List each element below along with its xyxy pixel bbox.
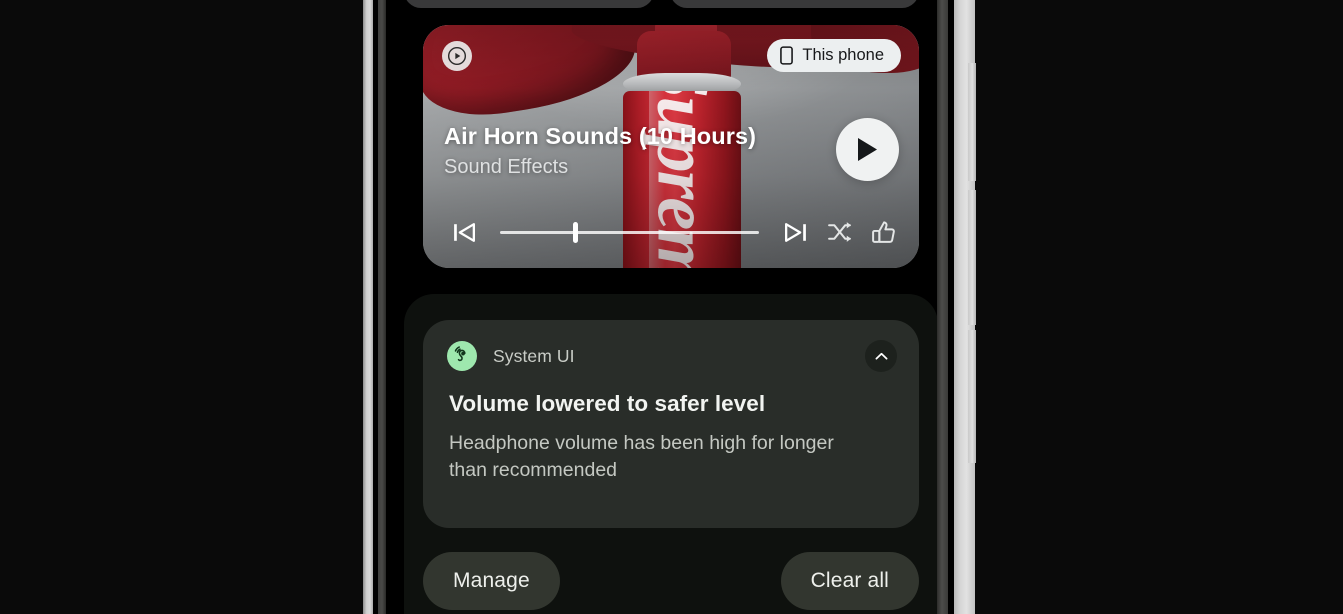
skip-previous-icon[interactable] xyxy=(442,210,486,254)
youtube-music-play-icon xyxy=(442,41,472,71)
screenshot-scene: Supreme xyxy=(0,0,1343,614)
manage-button[interactable]: Manage xyxy=(423,552,560,610)
seek-track xyxy=(500,230,759,234)
quick-settings-tile[interactable] xyxy=(669,0,919,8)
notification-shade: System UI Volume lowered to safer level … xyxy=(404,294,937,614)
volume-down-button[interactable] xyxy=(968,330,976,463)
phone-screen: Supreme xyxy=(386,0,937,614)
notification-body: Headphone volume has been high for longe… xyxy=(449,432,834,481)
media-title: Air Horn Sounds (10 Hours) xyxy=(444,123,757,149)
volume-up-button[interactable] xyxy=(968,190,976,325)
phone-frame-left-inner xyxy=(378,0,386,614)
notification-card[interactable]: System UI Volume lowered to safer level … xyxy=(423,320,919,528)
notification-header: System UI xyxy=(447,341,895,371)
shade-action-row: Manage Clear all xyxy=(423,552,919,610)
media-player-card[interactable]: Supreme xyxy=(423,25,919,268)
notification-title: Volume lowered to safer level xyxy=(449,391,766,416)
shuffle-icon[interactable] xyxy=(817,210,861,254)
chevron-up-icon[interactable] xyxy=(865,340,897,372)
media-artist: Sound Effects xyxy=(444,156,569,178)
seek-slider[interactable] xyxy=(500,210,759,254)
phone-frame-left-rail xyxy=(363,0,373,614)
phone-frame-right-inner xyxy=(937,0,948,614)
power-button[interactable] xyxy=(968,63,976,181)
clear-all-button[interactable]: Clear all xyxy=(780,552,919,610)
output-device-chip[interactable]: This phone xyxy=(767,39,901,72)
skip-next-icon[interactable] xyxy=(773,210,817,254)
thumb-up-icon[interactable] xyxy=(861,210,905,254)
phone-icon xyxy=(780,46,794,65)
media-text-block: Air Horn Sounds (10 Hours) Sound Effects xyxy=(444,123,804,179)
output-device-label: This phone xyxy=(802,46,884,64)
quick-settings-tile[interactable] xyxy=(404,0,654,8)
notification-app-name: System UI xyxy=(493,345,575,366)
seek-thumb[interactable] xyxy=(572,221,578,243)
hearing-ear-icon xyxy=(447,341,477,371)
media-controls-row xyxy=(423,210,919,254)
quick-settings-row xyxy=(386,0,937,8)
play-button[interactable] xyxy=(836,118,899,181)
